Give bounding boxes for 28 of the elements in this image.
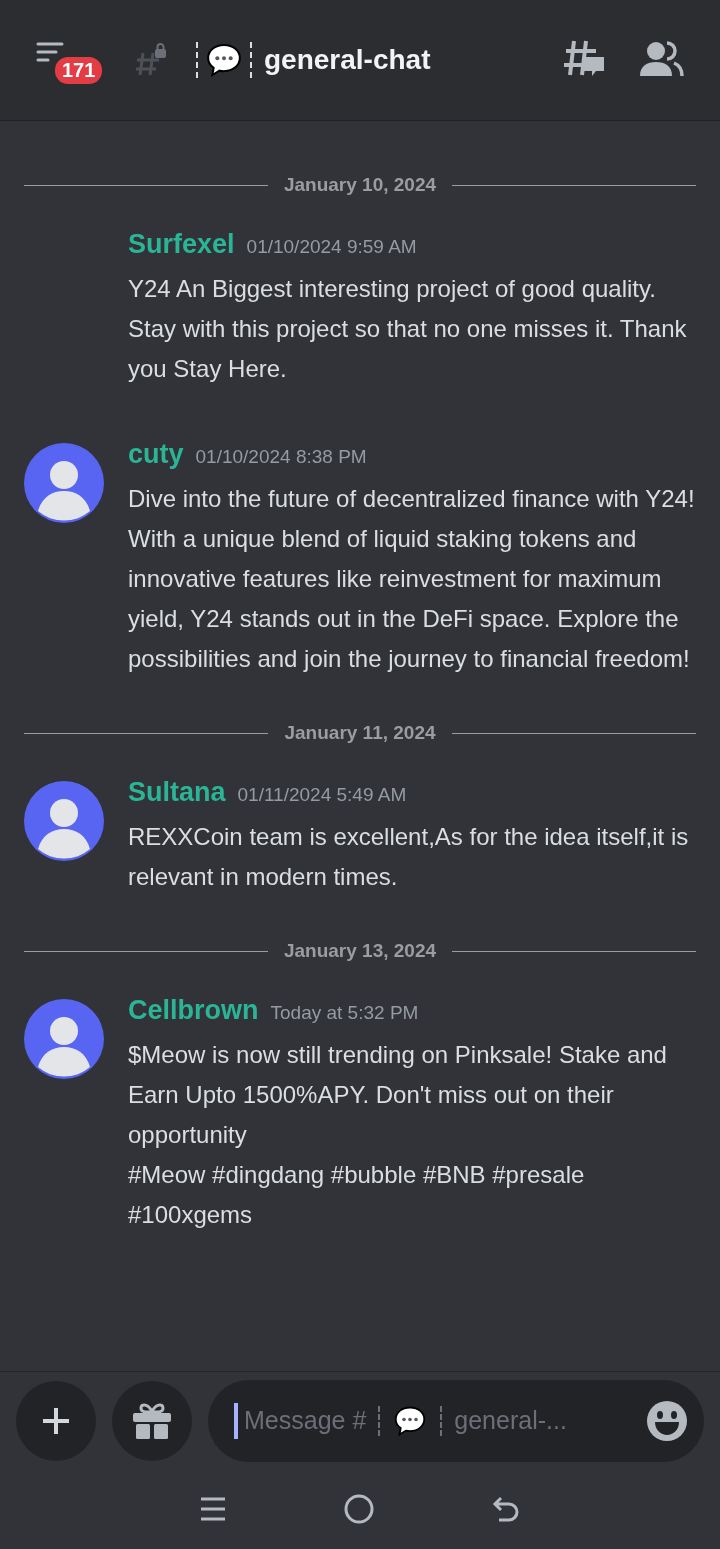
timestamp: 01/10/2024 8:38 PM — [195, 446, 367, 468]
placeholder: general-... — [454, 1406, 568, 1435]
emoji-icon[interactable] — [646, 1399, 688, 1442]
author-name[interactable]: cuty — [128, 439, 184, 470]
message-text: REXXCoin team is excellent,As for the idea itself,it is relevant in modern times. — [128, 822, 690, 892]
timestamp: Today at 5:32 PM — [270, 1002, 419, 1024]
gift-icon — [131, 1400, 173, 1441]
channel-title: general-chat — [264, 44, 432, 76]
locked-channel-icon[interactable] — [134, 43, 168, 77]
date-divider: January 11, 2024 — [284, 722, 436, 744]
message-text: $Meow is now still trending on Pinksale! Stake and Earn Upto 1500%APY. Don't miss out on their opportunity — [128, 1040, 668, 1150]
avatar[interactable] — [24, 999, 104, 1079]
author-name[interactable]: Cellbrown — [128, 995, 259, 1026]
date-divider: January 10, 2024 — [283, 174, 437, 196]
avatar[interactable] — [24, 443, 104, 523]
message-text: #Meow #dingdang #bubble #BNB #presale #100xgems — [128, 1160, 586, 1230]
home-icon[interactable] — [344, 1494, 374, 1524]
menu-icon[interactable] — [198, 1495, 227, 1523]
timestamp: 01/11/2024 5:49 AM — [237, 784, 407, 806]
placeholder: Message # — [244, 1406, 367, 1435]
timestamp: 01/10/2024 9:59 AM — [246, 236, 417, 258]
author-name[interactable]: Surfexel — [128, 229, 235, 260]
message-text: Y24 An Biggest interesting project of good quality. Stay with this project so that no one misses it. Thank you Stay Here. — [128, 274, 688, 384]
author-name[interactable]: Sultana — [128, 777, 226, 808]
message-text: Dive into the future of decentralized finance with Y24! With a unique blend of liquid staking tokens and innovative features like reinvestment for maximum yield, Y24 stands out in the DeFi space. Explore the possibilities and join the journey to financial freedom! — [128, 484, 696, 674]
avatar[interactable] — [24, 781, 104, 861]
date-divider: January 13, 2024 — [283, 940, 437, 962]
message-input[interactable]: Message # general-... — [208, 1379, 704, 1462]
